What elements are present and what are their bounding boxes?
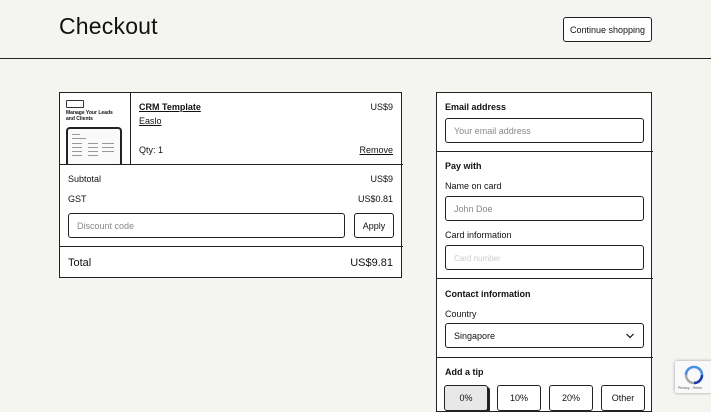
thumbnail-title: Manage Your Leads and Clients xyxy=(66,110,113,122)
pay-with-title: Pay with xyxy=(445,161,482,171)
name-on-card-input[interactable] xyxy=(445,196,644,221)
product-price: US$9 xyxy=(370,102,393,112)
page-header: Checkout Continue shopping xyxy=(0,0,711,59)
checkout-form: Email address Pay with Name on card Card… xyxy=(436,92,653,412)
thumbnail-device-preview xyxy=(66,127,122,164)
subtotal-label: Subtotal xyxy=(68,174,102,184)
divider xyxy=(60,246,403,247)
divider xyxy=(437,357,653,358)
product-quantity: Qty: 1 xyxy=(139,145,164,155)
product-name-link[interactable]: CRM Template xyxy=(139,102,201,112)
total-value: US$9.81 xyxy=(350,257,393,269)
divider xyxy=(437,278,653,279)
recaptcha-icon xyxy=(684,365,704,385)
page-title: Checkout xyxy=(59,13,158,39)
apply-discount-button[interactable]: Apply xyxy=(354,213,394,238)
country-select-value: Singapore xyxy=(454,330,496,341)
continue-shopping-button[interactable]: Continue shopping xyxy=(563,17,652,42)
chevron-down-icon xyxy=(626,333,634,338)
divider xyxy=(437,151,653,152)
thumbnail-logo xyxy=(66,100,84,108)
tip-option-10[interactable]: 10% xyxy=(497,385,541,411)
seller-link[interactable]: Easlo xyxy=(139,116,162,126)
divider xyxy=(60,164,403,165)
discount-code-input[interactable] xyxy=(68,213,345,238)
cart-summary: Manage Your Leads and Clients CRM Templa… xyxy=(59,92,403,278)
total-label: Total xyxy=(68,257,92,269)
card-number-input[interactable] xyxy=(445,245,644,270)
email-section-title: Email address xyxy=(445,102,507,112)
tip-option-20[interactable]: 20% xyxy=(549,385,593,411)
email-input[interactable] xyxy=(445,118,644,143)
subtotal-value: US$9 xyxy=(370,174,393,184)
country-select[interactable]: Singapore xyxy=(445,323,644,348)
add-tip-title: Add a tip xyxy=(445,367,484,377)
tip-option-other[interactable]: Other xyxy=(601,385,645,411)
country-label: Country xyxy=(445,309,477,319)
recaptcha-footer-links[interactable]: Privacy - Terms xyxy=(678,386,702,390)
contact-information-title: Contact information xyxy=(445,289,531,299)
tax-label: GST xyxy=(68,194,87,204)
name-on-card-label: Name on card xyxy=(445,181,502,191)
remove-link[interactable]: Remove xyxy=(359,145,393,155)
recaptcha-badge[interactable]: Privacy - Terms xyxy=(675,361,711,393)
tip-option-0[interactable]: 0% xyxy=(444,385,488,411)
product-thumbnail[interactable]: Manage Your Leads and Clients xyxy=(60,93,131,164)
card-information-label: Card information xyxy=(445,230,512,240)
tax-value: US$0.81 xyxy=(357,194,393,204)
